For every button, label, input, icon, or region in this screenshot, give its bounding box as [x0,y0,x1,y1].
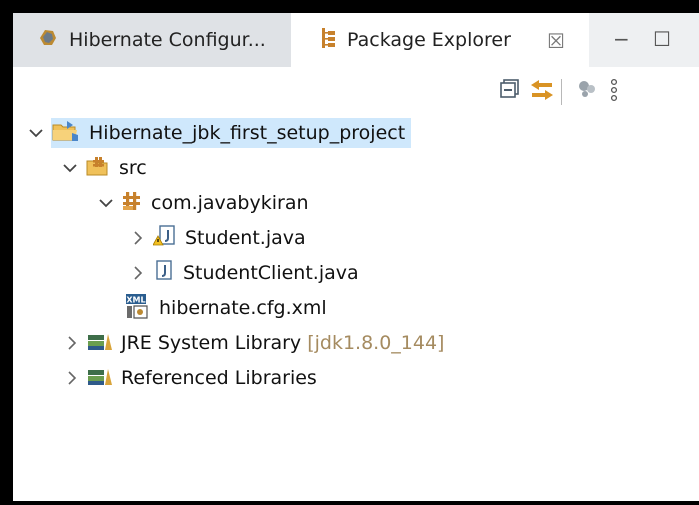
project-row-highlight: Hibernate_jbk_first_setup_project [51,118,412,148]
maximize-icon[interactable]: ☐ [653,27,671,51]
tree-item-studentclient-java[interactable]: StudentClient.java [129,256,359,290]
tree-item-label: Referenced Libraries [121,367,317,389]
link-with-editor-icon[interactable] [528,77,556,107]
chevron-right-icon[interactable] [129,264,147,282]
tree-item-label: JRE System Library [121,332,302,354]
toolbar-separator [561,79,562,105]
source-folder-icon [85,155,111,182]
package-explorer-icon [317,27,337,54]
svg-text:XML: XML [126,295,145,304]
collapse-all-icon[interactable] [498,77,522,105]
minimize-icon[interactable]: − [613,27,630,51]
chevron-right-icon[interactable] [63,369,81,387]
tree-item-project[interactable]: Hibernate_jbk_first_setup_project [27,116,412,150]
tab-bar: Hibernate Configur... Package Explorer ☒… [13,13,699,67]
chevron-right-icon[interactable] [63,334,81,352]
tree-item-label: StudentClient.java [183,262,359,284]
library-icon [87,331,113,356]
tree-item-hibernate-cfg-xml[interactable]: XML hibernate.cfg.xml [123,291,327,325]
xml-file-icon: XML [123,292,151,325]
jdk-version: [jdk1.8.0_144] [307,332,445,354]
close-tab-icon[interactable]: ☒ [547,29,565,53]
tree-item-referenced-libraries[interactable]: Referenced Libraries [63,361,317,395]
tab-label: Package Explorer [347,29,511,51]
tree-item-src[interactable]: src [61,151,147,185]
project-folder-icon [51,119,81,148]
view-toolbar [13,67,699,117]
package-icon [121,190,143,217]
tab-hibernate-configurations[interactable]: Hibernate Configur... [13,13,291,67]
tree-item-jre-system-library[interactable]: JRE System Library [jdk1.8.0_144] [63,326,444,360]
tree-item-student-java[interactable]: Student.java [129,221,306,255]
view-menu-icon[interactable] [575,77,599,105]
tree-item-label: com.javabykiran [151,192,309,214]
hibernate-icon [37,27,59,54]
java-file-warning-icon [152,224,177,253]
tree-item-label: Student.java [185,227,306,249]
chevron-down-icon[interactable] [27,124,45,142]
java-file-icon [153,259,175,288]
tree-item-label: Hibernate_jbk_first_setup_project [89,122,406,144]
tab-label: Hibernate Configur... [69,29,266,51]
tab-package-explorer[interactable]: Package Explorer ☒ [291,13,589,67]
package-explorer-window: Hibernate Configur... Package Explorer ☒… [13,13,699,501]
tree-item-package[interactable]: com.javabykiran [97,186,309,220]
chevron-down-icon[interactable] [61,159,79,177]
chevron-down-icon[interactable] [97,194,115,212]
tree-item-label: hibernate.cfg.xml [159,297,327,319]
tree-item-label: src [119,157,147,179]
kebab-icon[interactable] [609,77,619,107]
chevron-right-icon[interactable] [129,229,147,247]
library-icon [87,366,113,391]
